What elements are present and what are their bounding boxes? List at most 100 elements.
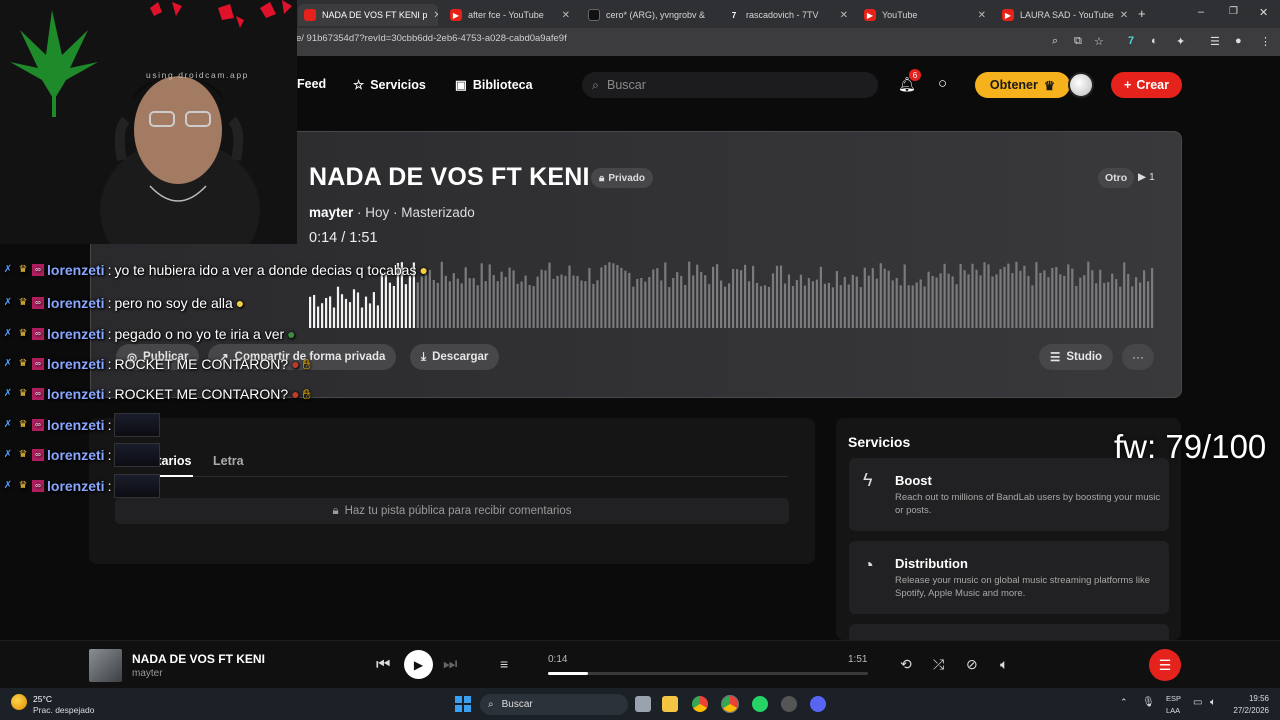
waveform-bar [767, 286, 771, 328]
loop-off-icon[interactable]: ⊘ [966, 656, 978, 673]
next-icon[interactable]: ⏭︎ [443, 656, 457, 674]
close-window-icon[interactable]: ✕ [1259, 6, 1268, 19]
waveform-bar [1059, 274, 1062, 328]
crown-badge-icon: ♛ [18, 480, 28, 491]
repeat-icon[interactable]: ⟲ [900, 656, 912, 673]
chat-bubble-icon[interactable]: ○ [938, 75, 947, 92]
close-tab-icon[interactable]: ✕ [562, 10, 570, 21]
chrome-icon[interactable] [692, 696, 708, 712]
waveform-bar [871, 268, 874, 328]
search-input[interactable]: ⌕ Buscar [582, 72, 878, 98]
whatsapp-icon[interactable] [752, 696, 768, 712]
service-card-partial[interactable] [849, 624, 1169, 640]
waveform-bar [919, 279, 922, 328]
service-boost[interactable]: ϟ Boost Reach out to millions of BandLab… [849, 458, 1169, 531]
tab-lyrics[interactable]: Letra [213, 454, 244, 468]
keyboard-layout[interactable]: LAA [1166, 706, 1180, 715]
waveform-bar [720, 280, 723, 328]
waveform-bar [1011, 273, 1014, 328]
chrome-active-icon[interactable] [721, 695, 739, 713]
dark-mode-icon[interactable]: ◐ [1151, 35, 1158, 47]
install-icon[interactable]: ⧉ [1074, 35, 1082, 48]
weather-temp[interactable]: 25°C [33, 694, 52, 704]
extensions-puzzle-icon[interactable]: ✦ [1176, 35, 1185, 48]
more-options-button[interactable]: ··· [1122, 344, 1154, 370]
download-button[interactable]: ⤓ Descargar [410, 344, 500, 370]
service-distribution[interactable]: ◔ Distribution Release your music on glo… [849, 541, 1169, 614]
get-membership-button[interactable]: Obtener ♛ [975, 72, 1070, 98]
tab-7tv[interactable]: 7 rascadovich - 7TV ✕ [722, 4, 854, 26]
nav-feed[interactable]: Feed [297, 77, 326, 91]
microphone-icon[interactable]: 🎙︎ [1142, 697, 1155, 708]
player-artist[interactable]: mayter [132, 668, 163, 679]
url-input[interactable]: e/ 91b67354d7?revId=30cbb6dd-2eb6-4753-a… [296, 33, 567, 44]
waveform-bar [991, 276, 994, 328]
maximize-icon[interactable]: ❐ [1229, 6, 1238, 17]
task-view-icon[interactable] [635, 696, 651, 712]
previous-icon[interactable]: ⏮︎ [376, 656, 390, 674]
tab-youtube-2[interactable]: ▶ YouTube ✕ [858, 4, 992, 26]
waveform-bar [799, 274, 802, 328]
waveform-bar [787, 274, 791, 328]
close-tab-icon[interactable]: ✕ [840, 10, 848, 21]
waveform-bar [979, 275, 982, 328]
windows-start-icon[interactable] [455, 696, 471, 712]
tab-youtube-3[interactable]: ▶ LAURA SAD - YouTube ✕ [996, 4, 1130, 26]
volume-icon[interactable]: 🔈︎ [1000, 656, 1008, 673]
chat-message: ✗ ♛ ∞ lorenzeti: [2, 474, 161, 498]
download-label: Descargar [432, 351, 489, 363]
tab-youtube-1[interactable]: ▶ after fce - YouTube ✕ [444, 4, 576, 26]
tab-cero[interactable]: cero* (ARG), yvngrobv & [582, 4, 722, 26]
queue-icon[interactable]: ≡ [500, 656, 508, 672]
nav-library[interactable]: ▣ Biblioteca [455, 77, 533, 93]
zoom-icon[interactable]: ⌕ [1052, 35, 1058, 48]
volume-tray-icon[interactable]: 🔈︎ [1210, 697, 1216, 708]
file-explorer-icon[interactable] [662, 696, 678, 712]
profile-icon[interactable]: ● [1235, 35, 1242, 47]
discord-icon[interactable] [810, 696, 826, 712]
chat-message: ✗ ♛ ∞ lorenzeti: yo te hubiera ido a ver… [3, 262, 428, 278]
network-icon[interactable]: ▭ [1193, 697, 1202, 708]
keyboard-language[interactable]: ESP [1166, 694, 1181, 703]
player-track-title[interactable]: NADA DE VOS FT KENI [132, 652, 265, 666]
create-button[interactable]: + Crear [1111, 72, 1182, 98]
shuffle-icon[interactable]: ⤮ [933, 656, 944, 673]
menu-button[interactable]: ☰ [1149, 649, 1181, 681]
waveform-bar [835, 271, 838, 328]
tray-chevron-icon[interactable]: ⌃ [1120, 697, 1128, 708]
close-tab-icon[interactable]: ✕ [433, 10, 438, 21]
new-tab-icon[interactable]: + [1138, 6, 1146, 21]
waveform-bar [456, 278, 459, 328]
crown-icon: ♛ [1043, 78, 1056, 93]
close-tab-icon[interactable]: ✕ [1120, 10, 1128, 21]
weather-sun-icon[interactable] [11, 694, 27, 710]
waveform[interactable] [309, 254, 1155, 328]
track-artist[interactable]: mayter [309, 205, 353, 220]
waveform-bar [983, 262, 986, 328]
7tv-extension-icon[interactable]: 7 [1128, 35, 1134, 47]
track-thumbnail[interactable] [89, 649, 122, 682]
reading-list-icon[interactable]: ☰ [1210, 35, 1220, 48]
waveform-bar [1071, 268, 1074, 328]
play-button[interactable]: ▶ [404, 650, 433, 679]
app-icon[interactable] [781, 696, 797, 712]
bookmark-star-icon[interactable]: ☆ [1094, 35, 1104, 48]
waveform-bar [309, 296, 312, 328]
waveform-bar [911, 285, 914, 328]
progress-bar[interactable] [548, 672, 868, 675]
weather-desc[interactable]: Prac. despejado [33, 705, 94, 715]
taskbar-search[interactable]: ⌕ Buscar [480, 694, 628, 715]
user-avatar[interactable] [1068, 72, 1094, 98]
waveform-bar [1067, 264, 1070, 328]
studio-button[interactable]: ☰ Studio [1039, 344, 1114, 370]
tab-bandlab[interactable]: NADA DE VOS FT KENI p ✕ [298, 4, 438, 26]
emote-icon: ● [291, 386, 300, 402]
minimize-icon[interactable]: – [1198, 6, 1204, 18]
close-tab-icon[interactable]: ✕ [978, 10, 986, 21]
clock-date[interactable]: 27/2/2026 [1223, 706, 1269, 715]
nav-services[interactable]: ☆ Servicios [353, 77, 426, 93]
waveform-bar [492, 275, 495, 328]
waveform-bar [420, 276, 423, 328]
menu-dots-icon[interactable]: ⋮ [1260, 35, 1271, 48]
clock-time[interactable]: 19:56 [1229, 694, 1269, 703]
